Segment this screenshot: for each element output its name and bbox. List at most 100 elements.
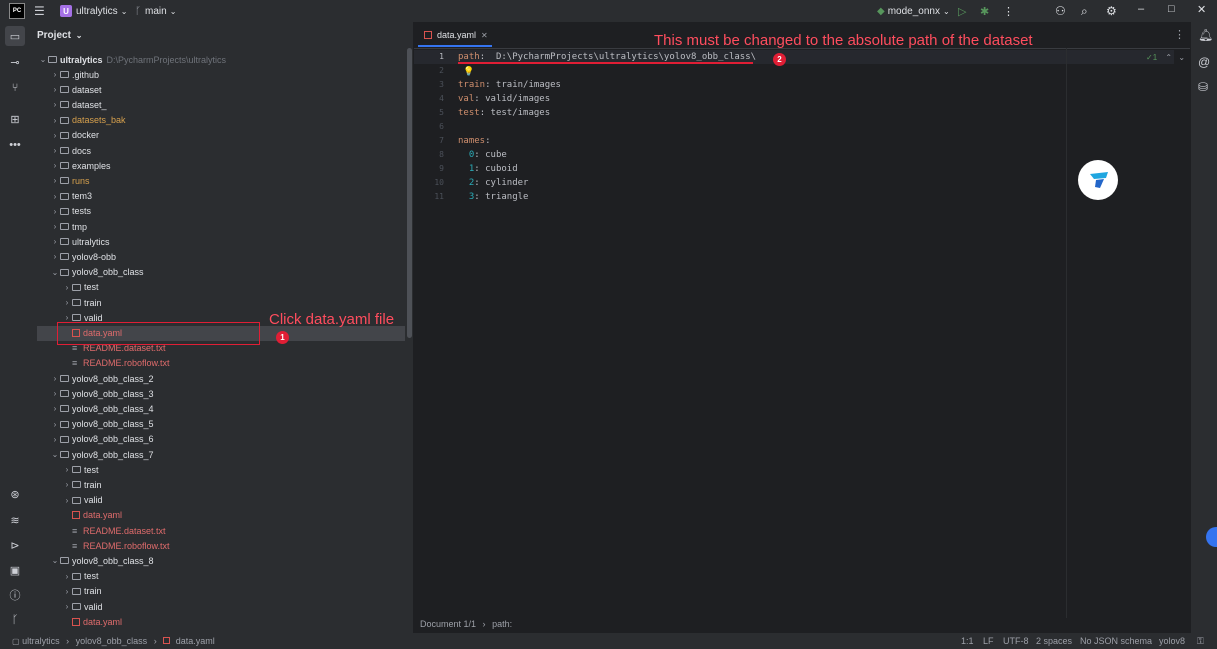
minimize-button[interactable]: –: [1138, 3, 1144, 15]
status-crumb-file[interactable]: data.yaml: [176, 636, 215, 646]
code-line[interactable]: names:: [458, 136, 491, 146]
chevron-right-icon[interactable]: ›: [50, 100, 60, 109]
tree-row[interactable]: › yolov8_obb_class_5: [50, 417, 154, 432]
tree-row[interactable]: › train: [62, 295, 102, 310]
tree-row[interactable]: › examples: [50, 158, 111, 173]
tree-row[interactable]: › tests: [50, 204, 91, 219]
tree-row[interactable]: › test: [62, 569, 99, 584]
project-scrollbar[interactable]: [407, 48, 412, 338]
more-actions-button[interactable]: ⋮: [1003, 0, 1014, 22]
inspection-widget[interactable]: ✓1 ⌃ ⌄: [1146, 53, 1185, 62]
tab-data-yaml[interactable]: data.yaml ✕: [420, 25, 492, 45]
chevron-right-icon[interactable]: ›: [62, 496, 72, 505]
tree-row[interactable]: › docs: [50, 143, 91, 158]
commit-tool-button[interactable]: ⊸: [8, 55, 22, 69]
tree-row[interactable]: › valid: [62, 599, 103, 614]
chevron-down-icon[interactable]: ⌄: [50, 556, 60, 565]
tree-row[interactable]: › yolov8_obb_class_6: [50, 432, 154, 447]
chevron-right-icon[interactable]: ›: [50, 237, 60, 246]
close-tab-icon[interactable]: ✕: [481, 31, 488, 40]
database-button[interactable]: ⛁: [1198, 80, 1208, 94]
status-crumb-root[interactable]: ultralytics: [22, 636, 60, 646]
services-button[interactable]: ⊳: [8, 538, 22, 552]
chevron-right-icon[interactable]: ›: [50, 207, 60, 216]
add-user-button[interactable]: ⚇: [1055, 0, 1066, 22]
search-button[interactable]: ⌕: [1081, 0, 1088, 22]
chevron-right-icon[interactable]: ›: [62, 465, 72, 474]
chevron-down-icon[interactable]: ⌄: [50, 450, 60, 459]
chevron-right-icon[interactable]: ›: [50, 70, 60, 79]
project-tool-button[interactable]: ▭: [5, 26, 25, 46]
tree-row[interactable]: › train: [62, 584, 102, 599]
tree-row[interactable]: › test: [62, 462, 99, 477]
code-line[interactable]: 3: triangle: [458, 192, 529, 202]
chevron-down-icon[interactable]: ⌄: [50, 268, 60, 277]
project-panel-header[interactable]: Project ⌄: [37, 30, 82, 41]
tree-row[interactable]: › dataset_: [50, 97, 107, 112]
chevron-right-icon[interactable]: ›: [62, 602, 72, 611]
chevron-right-icon[interactable]: ›: [50, 176, 60, 185]
chevron-right-icon[interactable]: ›: [50, 420, 60, 429]
chevron-right-icon[interactable]: ›: [50, 161, 60, 170]
tree-row[interactable]: ⌄ yolov8_obb_class_8: [50, 553, 154, 568]
tree-row[interactable]: ⌄ yolov8_obb_class: [50, 265, 144, 280]
side-assistant-tab[interactable]: [1206, 527, 1217, 547]
tree-row[interactable]: › yolov8-obb: [50, 249, 116, 264]
floating-plugin-button[interactable]: [1078, 160, 1118, 200]
tree-row[interactable]: ›. github: [50, 67, 99, 82]
status-crumb-folder[interactable]: yolov8_obb_class: [76, 636, 148, 646]
debug-button[interactable]: ✱: [980, 0, 989, 22]
code-line[interactable]: val: valid/images: [458, 94, 550, 104]
branch-switcher[interactable]: ᚴ main ⌄: [135, 0, 176, 22]
python-interpreter[interactable]: yolov8: [1159, 636, 1185, 646]
chevron-right-icon[interactable]: ›: [50, 192, 60, 201]
tree-row[interactable]: › yolov8_obb_class_3: [50, 386, 154, 401]
ai-assistant-button[interactable]: @: [1198, 55, 1210, 69]
settings-button[interactable]: ⚙: [1106, 0, 1117, 22]
chevron-right-icon[interactable]: ›: [50, 389, 60, 398]
python-packages-button[interactable]: ⊛: [8, 487, 22, 501]
code-line[interactable]: path: D:\PycharmProjects\ultralytics\yol…: [458, 52, 756, 62]
maximize-button[interactable]: □: [1168, 3, 1175, 15]
project-switcher[interactable]: U ultralytics ⌄: [60, 0, 127, 22]
terminal-button[interactable]: ▣: [8, 563, 22, 577]
caret-position[interactable]: 1:1: [961, 636, 974, 646]
more-tools-button[interactable]: •••: [8, 138, 22, 152]
tree-row[interactable]: ≡ README.dataset.txt: [62, 523, 166, 538]
code-line[interactable]: 0: cube: [458, 150, 507, 160]
tree-row[interactable]: data.yaml: [62, 508, 122, 523]
close-window-button[interactable]: ✕: [1197, 3, 1206, 16]
tree-row[interactable]: ⌄ yolov8_obb_class_7: [50, 447, 154, 462]
chevron-right-icon[interactable]: ›: [50, 374, 60, 383]
tree-row[interactable]: › docker: [50, 128, 99, 143]
tree-row[interactable]: › dataset: [50, 82, 102, 97]
chevron-right-icon[interactable]: ›: [62, 283, 72, 292]
tree-row[interactable]: › valid: [62, 493, 103, 508]
tree-row[interactable]: › ultralytics: [50, 234, 110, 249]
code-line[interactable]: test: test/images: [458, 108, 550, 118]
lock-icon[interactable]: ⚿: [1197, 636, 1204, 647]
notifications-button[interactable]: 🔔︎: [1198, 28, 1213, 42]
code-line[interactable]: train: train/images: [458, 80, 561, 90]
pull-requests-tool-button[interactable]: ⑂: [8, 81, 22, 95]
chevron-right-icon[interactable]: ›: [62, 298, 72, 307]
chevron-right-icon[interactable]: ›: [62, 572, 72, 581]
chevron-right-icon[interactable]: ›: [50, 435, 60, 444]
line-ending[interactable]: LF: [983, 636, 994, 646]
run-button[interactable]: ▷: [958, 0, 966, 22]
breadcrumb-key[interactable]: path:: [492, 619, 512, 629]
breadcrumb-document[interactable]: Document 1/1: [420, 619, 476, 629]
code-line[interactable]: 1: cuboid: [458, 164, 518, 174]
chevron-right-icon[interactable]: ›: [50, 131, 60, 140]
tree-row[interactable]: › tem3: [50, 189, 92, 204]
structure-tool-button[interactable]: ⊞: [8, 112, 22, 126]
main-menu-button[interactable]: ☰: [34, 0, 45, 22]
chevron-right-icon[interactable]: ›: [62, 480, 72, 489]
file-encoding[interactable]: UTF-8: [1003, 636, 1029, 646]
indent-setting[interactable]: 2 spaces: [1036, 636, 1072, 646]
chevron-right-icon[interactable]: ›: [62, 313, 72, 322]
chevron-right-icon[interactable]: ›: [50, 404, 60, 413]
problems-button[interactable]: ⓘ: [8, 588, 22, 602]
tree-row[interactable]: › datasets_bak: [50, 113, 126, 128]
chevron-right-icon[interactable]: ›: [50, 116, 60, 125]
